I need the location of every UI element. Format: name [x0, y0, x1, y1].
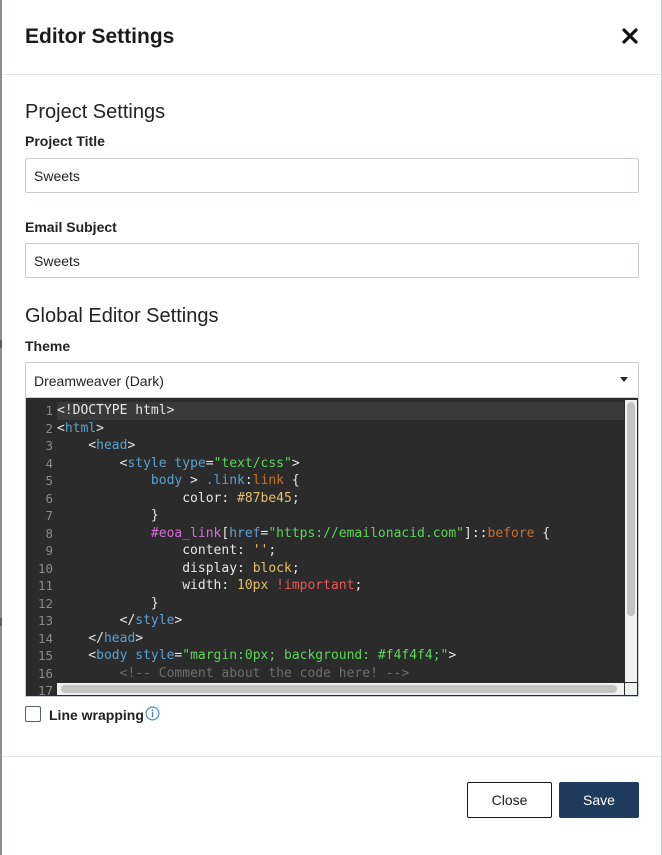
line-number: 10 [37, 560, 53, 576]
code-line: 13 </style> [38, 612, 624, 630]
line-number: 14 [37, 630, 53, 646]
code-line: 1 <!DOCTYPE html> [45, 402, 624, 420]
modal-title: Editor Settings [25, 25, 175, 48]
vertical-scroll-thumb[interactable] [627, 402, 635, 616]
info-icon[interactable] [145, 706, 160, 721]
project-settings-heading: Project Settings [25, 101, 166, 123]
modal-header: Editor Settings [2, 0, 661, 75]
line-number: 9 [45, 543, 53, 558]
line-number: 17 [37, 683, 53, 697]
email-subject-label: Email Subject [25, 219, 117, 235]
code-line: 6 color: #87be45; [45, 490, 624, 508]
line-number: 2 [45, 420, 53, 436]
code-line: 9 content: ''; [45, 542, 624, 560]
line-wrapping-label[interactable]: Line wrapping [49, 707, 144, 723]
line-wrapping-checkbox[interactable] [25, 706, 41, 722]
theme-select-value: Dreamweaver (Dark) [34, 373, 164, 389]
line-number: 16 [37, 665, 53, 681]
code-content[interactable]: 1 <!DOCTYPE html> 2 <html> 3 <head> 4 <sty… [38, 402, 624, 696]
save-button[interactable]: Save [559, 782, 639, 818]
line-number: 4 [45, 455, 53, 471]
code-line: 7 } [45, 507, 624, 525]
code-line: 11 width: 10px !important; [38, 577, 624, 595]
project-title-input[interactable] [25, 158, 639, 193]
code-line: 2 <html> [45, 420, 624, 438]
code-line: 15 <body style="margin:0px; background: … [38, 647, 624, 665]
line-number: 15 [37, 648, 53, 663]
line-number: 11 [37, 578, 53, 593]
code-line: 3 <head> [45, 437, 624, 455]
line-number: 8 [45, 525, 53, 541]
code-line: 14 </head> [38, 630, 624, 648]
code-line: 12 } [38, 595, 624, 613]
caret-down-icon [620, 377, 628, 382]
line-number: 1 [45, 403, 53, 418]
project-title-label: Project Title [25, 133, 105, 149]
line-number: 12 [37, 595, 53, 611]
horizontal-scroll-thumb[interactable] [61, 685, 617, 693]
scrollbar-corner [625, 683, 637, 695]
editor-settings-modal: Editor Settings Project Settings Project… [2, 0, 661, 855]
line-number: 7 [45, 508, 53, 523]
code-line: 8 #eoa_link[href="https://emailonacid.co… [45, 525, 624, 543]
line-number: 13 [37, 613, 53, 628]
code-line: 4 <style type="text/css"> [45, 455, 624, 473]
code-line: 10 display: block; [38, 560, 624, 578]
theme-label: Theme [25, 338, 71, 354]
email-subject-input[interactable] [25, 243, 639, 278]
line-number: 6 [45, 490, 53, 506]
close-icon[interactable] [619, 25, 641, 47]
line-number: 3 [45, 438, 53, 453]
close-button[interactable]: Close [467, 782, 552, 818]
line-number: 5 [45, 473, 53, 488]
theme-select[interactable]: Dreamweaver (Dark) [25, 362, 639, 398]
global-editor-settings-heading: Global Editor Settings [25, 305, 219, 327]
code-line: 16 <!-- Comment about the code here! --> [38, 665, 624, 683]
code-editor[interactable]: 1 <!DOCTYPE html> 2 <html> 3 <head> 4 <sty… [25, 398, 639, 697]
modal-footer: Close Save [2, 756, 661, 855]
code-line: 5 body > .link:link { [45, 472, 624, 490]
